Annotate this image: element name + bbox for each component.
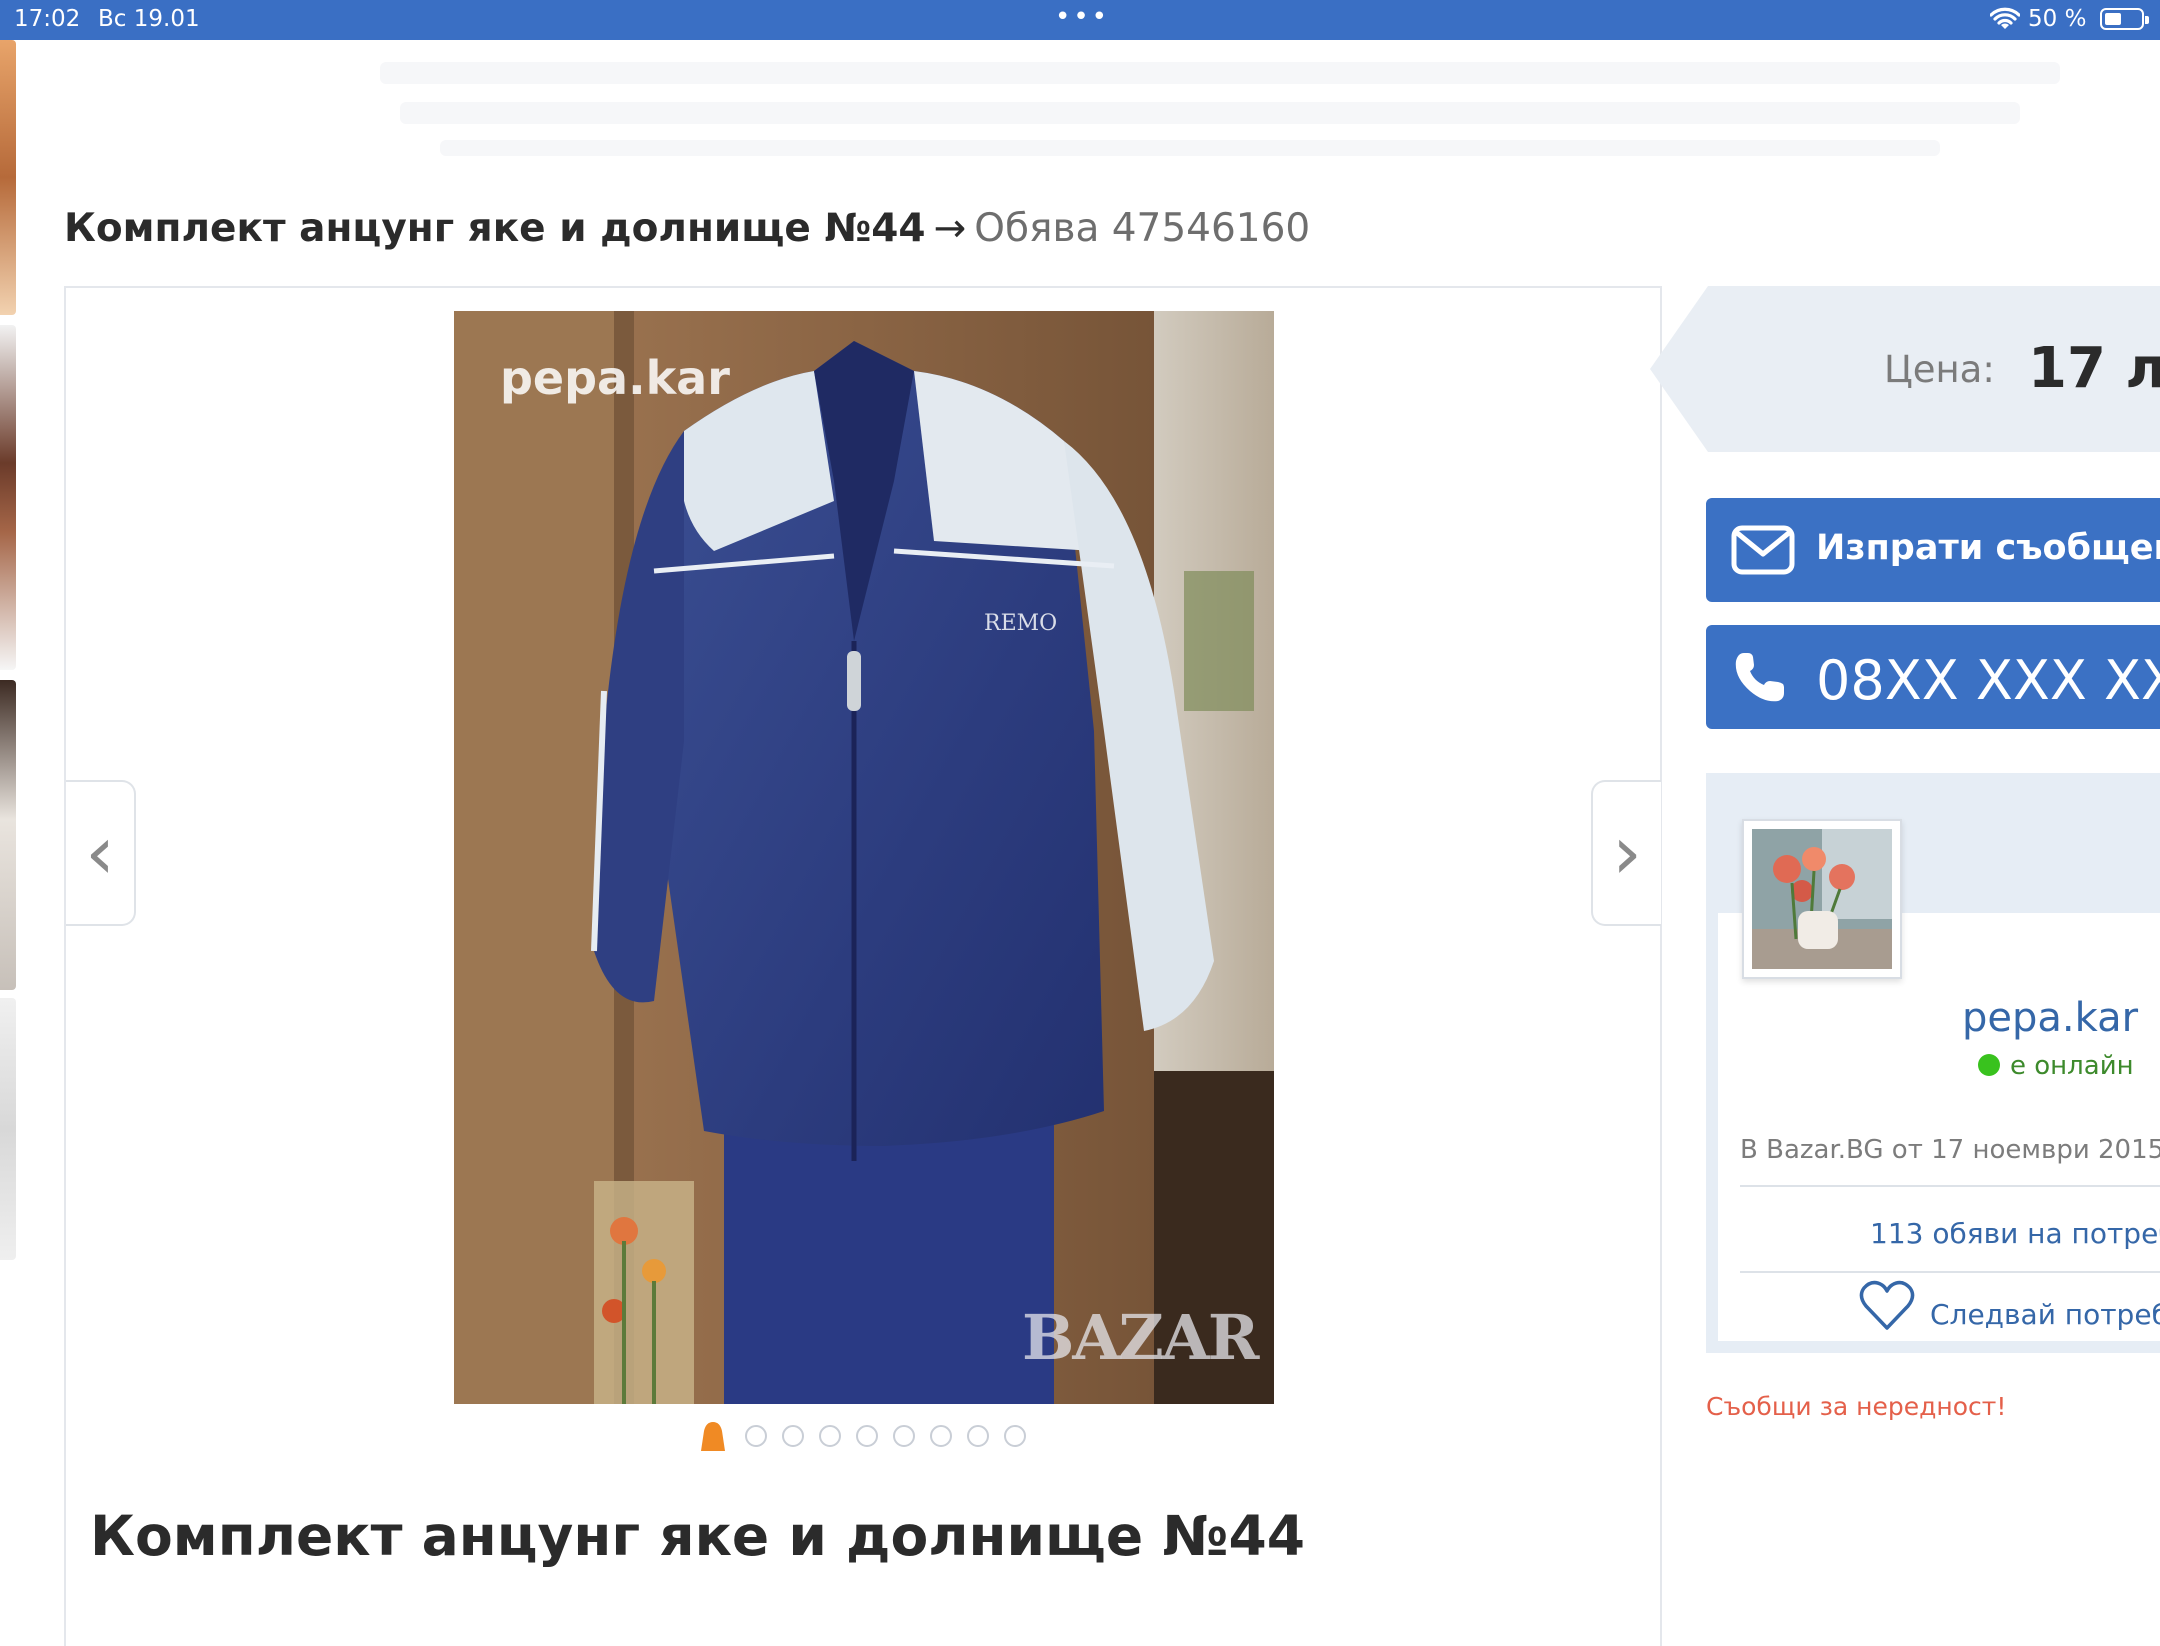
seller-name-link[interactable]: pepa.kar — [1962, 995, 2138, 1041]
jacket-logo-text: REMO — [984, 611, 1058, 636]
chevron-right-icon: › — [1612, 810, 1642, 896]
chevron-left-icon: ‹ — [85, 810, 115, 896]
edge-thumb[interactable] — [0, 998, 16, 1260]
tracksuit-photo-image — [454, 311, 1274, 1404]
status-time: 17:02 — [14, 6, 81, 32]
previous-image-button[interactable]: ‹ — [66, 780, 136, 926]
battery-percent: 50 % — [2028, 6, 2087, 32]
breadcrumb-arrow: → — [933, 206, 967, 251]
pagination-dot[interactable] — [967, 1425, 989, 1447]
divider — [1740, 1271, 2160, 1273]
status-bar: 17:02 Вс 19.01 ••• 50 % — [0, 0, 2160, 40]
multitasking-dots-icon[interactable]: ••• — [1055, 4, 1110, 30]
side-thumbnails-edge — [0, 40, 16, 1260]
report-abuse-link[interactable]: Съобщи за нередност! — [1706, 1392, 2006, 1421]
follow-user-label: Следвай потреби — [1930, 1298, 2160, 1331]
price-label: Цена: — [1884, 348, 1995, 391]
pagination-dot[interactable] — [1004, 1425, 1026, 1447]
online-dot-icon — [1978, 1054, 2000, 1076]
divider — [1740, 1185, 2160, 1187]
gallery-pagination — [696, 1418, 1026, 1454]
breadcrumb: Комплект анцунг яке и долнище №44 → Обява … — [64, 206, 1310, 251]
edge-thumb[interactable] — [0, 40, 16, 315]
user-ads-link[interactable]: 113 обяви на потреби — [1870, 1217, 2160, 1250]
pagination-dot[interactable] — [856, 1425, 878, 1447]
active-image-indicator-icon[interactable] — [696, 1419, 730, 1453]
send-message-label: Изпрати съобщен — [1816, 528, 2160, 568]
phone-number-label: 08XX XXX XX — [1816, 649, 2160, 712]
seller-avatar-image — [1752, 829, 1892, 969]
battery-icon — [2100, 8, 2149, 30]
pagination-dot[interactable] — [930, 1425, 952, 1447]
pagination-dot[interactable] — [893, 1425, 915, 1447]
avatar[interactable] — [1742, 819, 1902, 979]
online-status: е онлайн — [1978, 1051, 2134, 1081]
bazar-watermark: BAZAR — [1022, 1301, 1259, 1374]
breadcrumb-title[interactable]: Комплект анцунг яке и долнище №44 — [64, 206, 926, 251]
edge-thumb[interactable] — [0, 680, 16, 990]
pagination-dot[interactable] — [745, 1425, 767, 1447]
heart-icon — [1859, 1280, 1915, 1330]
listing-photo[interactable]: pepa.kar REMO BAZAR — [454, 311, 1274, 1404]
member-since: В Bazar.BG от 17 ноември 2015г — [1740, 1135, 2160, 1165]
envelope-icon — [1731, 525, 1795, 575]
listing-title: Комплект анцунг яке и долнище №44 — [90, 1504, 1306, 1568]
price-notch — [1650, 286, 1708, 452]
phone-icon — [1735, 653, 1784, 702]
online-status-label: е онлайн — [2010, 1051, 2134, 1081]
price-value: 17 л — [2028, 336, 2160, 401]
breadcrumb-ad-id: Обява 47546160 — [974, 206, 1311, 251]
photo-watermark-username: pepa.kar — [500, 351, 730, 405]
pagination-dot[interactable] — [782, 1425, 804, 1447]
image-gallery: pepa.kar REMO BAZAR ‹ › Комплект анцунг … — [64, 286, 1662, 1646]
show-phone-button[interactable]: 08XX XXX XX — [1706, 625, 2160, 729]
seller-card: pepa.kar е онлайн В Bazar.BG от 17 ноемв… — [1706, 773, 2160, 1353]
status-date: Вс 19.01 — [98, 6, 200, 32]
wifi-icon — [1990, 7, 2020, 29]
pagination-dot[interactable] — [819, 1425, 841, 1447]
next-image-button[interactable]: › — [1591, 780, 1661, 926]
send-message-button[interactable]: Изпрати съобщен — [1706, 498, 2160, 602]
faded-header-banner — [380, 52, 2080, 162]
edge-thumb[interactable] — [0, 325, 16, 670]
